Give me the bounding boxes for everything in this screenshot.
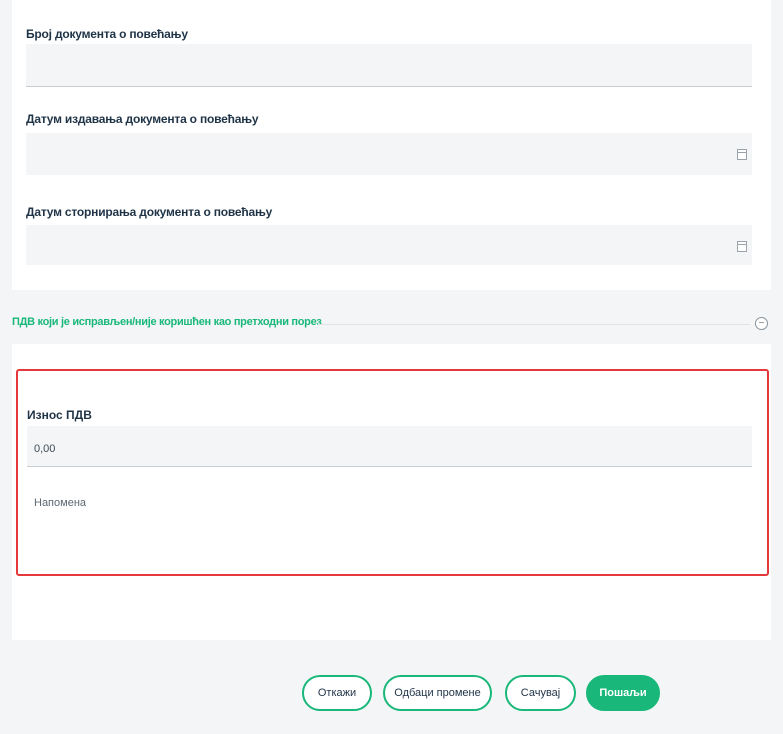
issue-date-label: Датум издавања документа о повећању: [26, 112, 259, 126]
calendar-icon[interactable]: [737, 241, 747, 252]
section-title: ПДВ који је исправљен/није коришћен као …: [12, 316, 322, 328]
document-number-input[interactable]: [26, 44, 752, 87]
collapse-toggle-icon[interactable]: −: [755, 317, 768, 330]
discard-changes-button[interactable]: Одбаци промене: [383, 675, 492, 711]
section-divider: [318, 324, 750, 325]
issue-date-input[interactable]: [26, 133, 752, 175]
vat-amount-input[interactable]: [27, 426, 752, 467]
note-field[interactable]: [27, 470, 752, 560]
cancel-button[interactable]: Откажи: [302, 675, 372, 711]
calendar-icon[interactable]: [737, 149, 747, 160]
save-button[interactable]: Сачувај: [505, 675, 576, 711]
cancel-date-input[interactable]: [26, 225, 752, 265]
send-button[interactable]: Пошаљи: [586, 675, 660, 711]
cancel-date-label: Датум сторнирања документа о повећању: [26, 205, 273, 219]
note-placeholder: Напомена: [34, 497, 87, 509]
document-number-label: Број документа о повећању: [26, 27, 188, 41]
vat-amount-value: 0,00: [34, 443, 56, 455]
vat-amount-label: Износ ПДВ: [27, 408, 92, 422]
